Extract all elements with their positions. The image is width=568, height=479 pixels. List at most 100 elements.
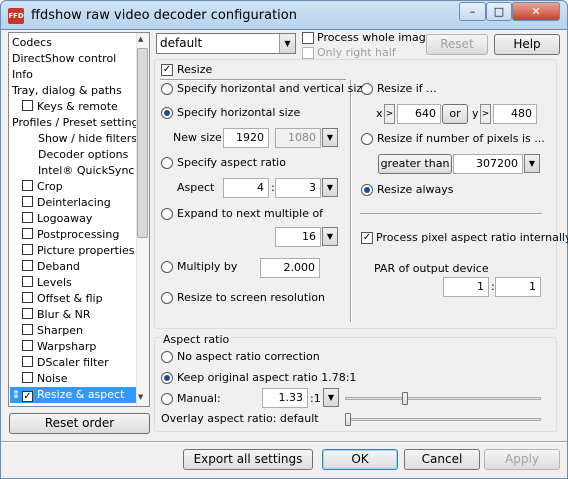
aspect-denominator-input[interactable]: 3 (275, 178, 321, 198)
x-compare-button[interactable]: > (384, 104, 395, 124)
tree-item-label: Keys & remote (37, 100, 118, 113)
tree-item[interactable]: Blur & NR (22, 307, 91, 323)
only-right-half-checkbox[interactable] (302, 47, 314, 59)
pixels-dropdown[interactable]: ▼ (524, 154, 540, 173)
tree-scroll-thumb[interactable] (137, 48, 148, 238)
tree-item-checkbox[interactable] (22, 180, 33, 191)
process-whole-image-checkbox[interactable] (302, 32, 314, 44)
tree-item[interactable]: Show / hide filters (38, 131, 137, 147)
new-size-height-input[interactable]: 1080 (275, 128, 321, 148)
expand-multiple-radio[interactable] (161, 208, 173, 220)
tree-item-checkbox[interactable] (22, 292, 33, 303)
tree-item[interactable]: Intel® QuickSync (38, 163, 134, 179)
manual-aspect-slider-track[interactable] (345, 397, 541, 400)
tree-item[interactable]: Levels (22, 275, 72, 291)
keep-original-aspect-label: Keep original aspect ratio 1.78:1 (177, 371, 357, 384)
resize-if-width-input[interactable]: 640 (397, 104, 441, 124)
tree-item-checkbox[interactable] (22, 244, 33, 255)
filter-tree[interactable]: Codecs DirectShow control Info Tray, dialog… (8, 32, 150, 407)
resize-if-height-input[interactable]: 480 (493, 104, 537, 124)
or-button[interactable]: or (442, 104, 468, 124)
cancel-button[interactable]: Cancel (404, 449, 480, 470)
tree-item[interactable]: Deinterlacing (22, 195, 111, 211)
preset-select[interactable]: default ▼ (156, 33, 296, 54)
greater-than-button[interactable]: greater than (378, 154, 452, 174)
aspect-numerator-input[interactable]: 4 (223, 178, 269, 198)
multiply-value-input[interactable]: 2.000 (260, 258, 320, 278)
tree-item-checkbox[interactable] (22, 356, 33, 367)
tree-item[interactable]: DirectShow control (12, 51, 116, 67)
tree-item[interactable]: Logoaway (22, 211, 92, 227)
tree-item-checkbox[interactable] (22, 324, 33, 335)
maximize-button[interactable]: □ (486, 2, 512, 21)
tree-item[interactable]: DScaler filter (22, 355, 109, 371)
tree-item[interactable]: Tray, dialog & paths (12, 83, 122, 99)
pixels-value-input[interactable]: 307200 (453, 154, 523, 174)
tree-item[interactable]: Keys & remote (22, 99, 118, 115)
tree-item[interactable]: Info (12, 67, 33, 83)
expand-multiple-label: Expand to next multiple of (177, 207, 324, 220)
overlay-aspect-slider-thumb[interactable] (345, 413, 351, 426)
tree-item[interactable]: Warpsharp (22, 339, 96, 355)
process-par-checkbox[interactable]: ✓ (361, 232, 373, 244)
tree-item-checkbox[interactable] (22, 212, 33, 223)
tree-item-checkbox[interactable] (22, 340, 33, 351)
tree-item-checkbox[interactable] (22, 100, 33, 111)
tree-item[interactable]: Sharpen (22, 323, 83, 339)
specify-aspect-radio[interactable] (161, 157, 173, 169)
multiply-by-radio[interactable] (161, 261, 173, 273)
new-size-width-input[interactable]: 1920 (223, 128, 269, 148)
tree-item[interactable]: Postprocessing (22, 227, 119, 243)
scroll-up-icon[interactable]: ▲ (138, 35, 143, 43)
tree-item-checkbox[interactable]: ✓ (22, 391, 33, 402)
tree-item-checkbox[interactable] (22, 228, 33, 239)
tree-item[interactable]: Codecs (12, 35, 52, 51)
y-compare-button[interactable]: > (480, 104, 491, 124)
new-size-dropdown[interactable]: ▼ (322, 128, 338, 147)
reset-order-button[interactable]: Reset order (9, 413, 150, 434)
tree-item-checkbox[interactable] (22, 196, 33, 207)
manual-aspect-slider-thumb[interactable] (402, 392, 408, 405)
tree-item-checkbox[interactable] (22, 308, 33, 319)
help-button[interactable]: Help (494, 34, 560, 55)
export-all-settings-button[interactable]: Export all settings (183, 449, 313, 470)
aspect-dropdown[interactable]: ▼ (322, 178, 338, 197)
tree-item[interactable]: Profiles / Preset settings (12, 115, 144, 131)
tree-item[interactable]: Deband (22, 259, 80, 275)
manual-aspect-input[interactable]: 1.33 (262, 388, 308, 408)
resize-screen-radio[interactable] (161, 292, 173, 304)
resize-always-radio[interactable] (361, 184, 373, 196)
resize-if-pixels-radio[interactable] (361, 133, 373, 145)
overlay-aspect-slider-track[interactable] (345, 418, 541, 421)
multiple-dropdown[interactable]: ▼ (322, 227, 338, 246)
reset-button[interactable]: Reset (426, 34, 488, 55)
tree-item-checkbox[interactable] (22, 260, 33, 271)
tree-item[interactable]: Noise (22, 371, 68, 387)
tree-item[interactable]: ⇕ ✓ Resize & aspect (10, 387, 136, 403)
no-aspect-correction-radio[interactable] (161, 351, 173, 363)
tree-item[interactable]: Picture properties (22, 243, 134, 259)
keep-original-aspect-radio[interactable] (161, 372, 173, 384)
tree-item[interactable]: Borders (38, 403, 81, 406)
ok-button[interactable]: OK (322, 449, 398, 470)
multiple-value-input[interactable]: 16 (275, 227, 321, 247)
resize-if-radio[interactable] (361, 83, 373, 95)
tree-item[interactable]: Offset & flip (22, 291, 103, 307)
par-denominator-input[interactable]: 1 (495, 277, 541, 297)
tree-item[interactable]: Decoder options (38, 147, 128, 163)
scroll-down-icon[interactable]: ▼ (138, 393, 143, 401)
tree-item-checkbox[interactable] (22, 372, 33, 383)
apply-button[interactable]: Apply (484, 449, 560, 470)
resize-checkbox[interactable]: ✓ (161, 64, 173, 76)
manual-aspect-dropdown[interactable]: ▼ (323, 388, 339, 407)
specify-h-radio[interactable] (161, 107, 173, 119)
minimize-button[interactable]: – (459, 2, 486, 21)
close-window-button[interactable]: ✕ (512, 2, 560, 21)
par-numerator-input[interactable]: 1 (443, 277, 489, 297)
par-output-label: PAR of output device (374, 262, 489, 275)
tree-item[interactable]: Crop (22, 179, 63, 195)
tree-item-checkbox[interactable] (22, 276, 33, 287)
manual-aspect-radio[interactable] (161, 393, 173, 405)
specify-hv-radio[interactable] (161, 83, 173, 95)
move-item-icon[interactable]: ⇕ (10, 387, 22, 403)
